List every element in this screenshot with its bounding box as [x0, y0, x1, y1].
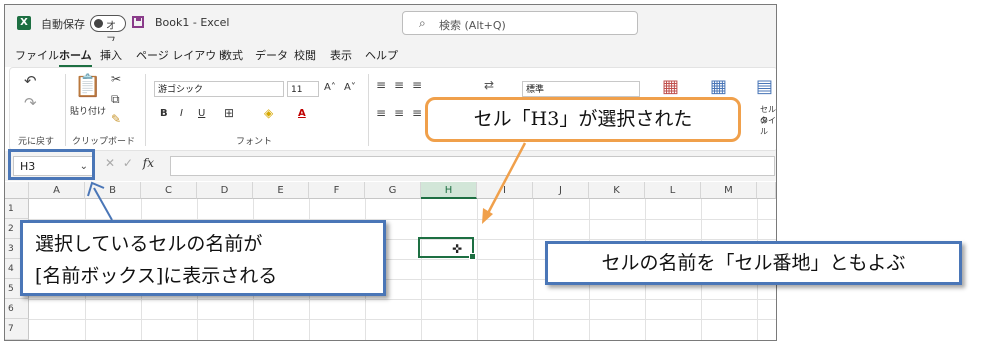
name-box-highlight — [8, 149, 95, 180]
fill-handle[interactable] — [469, 253, 476, 260]
number-format-select[interactable]: 標準 — [522, 81, 640, 97]
row-header[interactable]: 1 — [5, 199, 29, 219]
divider — [65, 74, 66, 146]
callout-line-2: [名前ボックス]に表示される — [35, 265, 278, 287]
selected-cell-h3[interactable] — [418, 237, 476, 260]
title-bar: X 自動保存 オフ Book1 - Excel ⌕ 検索 (Alt+Q) — [5, 5, 776, 47]
borders-icon[interactable]: ⊞ — [224, 106, 234, 120]
font-size-select[interactable]: 11 — [287, 81, 319, 97]
conditional-format-icon[interactable]: ▦ — [662, 76, 679, 97]
shrink-font-icon[interactable]: A˅ — [344, 82, 356, 93]
column-header[interactable]: G — [365, 182, 421, 199]
column-header[interactable]: E — [253, 182, 309, 199]
format-painter-icon[interactable]: ✎ — [111, 112, 121, 126]
format-as-table-icon[interactable]: ▦ — [710, 76, 727, 97]
align-right-icon[interactable]: ≡ — [412, 106, 422, 120]
undo-icon[interactable]: ↶ — [24, 72, 37, 90]
toggle-knob — [94, 19, 103, 28]
copy-icon[interactable]: ⧉ — [111, 92, 120, 107]
insert-function-icon[interactable]: fx — [143, 156, 154, 170]
tab-page-layout[interactable]: ページ レイアウト — [136, 47, 227, 63]
search-placeholder: 検索 (Alt+Q) — [439, 19, 506, 32]
tab-formulas[interactable]: 数式 — [221, 47, 243, 63]
align-center-icon[interactable]: ≡ — [394, 106, 404, 120]
tab-view[interactable]: 表示 — [330, 47, 352, 63]
column-header[interactable]: A — [29, 182, 85, 199]
italic-button[interactable]: I — [180, 108, 183, 119]
font-group-label: フォント — [236, 137, 273, 147]
grow-font-icon[interactable]: A˄ — [324, 82, 336, 93]
wrap-text-icon[interactable]: ⇄ — [484, 78, 494, 92]
document-title: Book1 - Excel — [155, 16, 230, 29]
align-middle-icon[interactable]: ≡ — [394, 78, 404, 92]
column-header[interactable]: F — [309, 182, 365, 199]
search-box[interactable]: ⌕ 検索 (Alt+Q) — [402, 11, 638, 35]
divider — [145, 74, 146, 146]
redo-icon[interactable]: ↷ — [24, 94, 37, 112]
grid-line — [421, 199, 422, 340]
column-header[interactable] — [757, 182, 776, 199]
column-header[interactable]: I — [477, 182, 533, 199]
tab-insert[interactable]: 挿入 — [100, 47, 122, 63]
column-header[interactable]: D — [197, 182, 253, 199]
undo-group-label: 元に戻す — [18, 137, 55, 147]
fill-color-icon[interactable]: ◈ — [264, 106, 273, 120]
underline-button[interactable]: U — [198, 108, 205, 119]
search-icon: ⌕ — [419, 16, 426, 30]
tab-home[interactable]: ホーム — [59, 47, 92, 67]
align-bottom-icon[interactable]: ≡ — [412, 78, 422, 92]
select-all-corner[interactable] — [5, 182, 29, 199]
autosave-toggle[interactable]: オフ — [90, 15, 126, 47]
font-name-select[interactable]: 游ゴシック — [154, 81, 284, 97]
paste-label[interactable]: 貼り付け — [70, 104, 106, 117]
cancel-icon[interactable]: ✕ — [105, 156, 115, 170]
excel-logo-icon: X — [17, 16, 31, 30]
callout-line-1: 選択しているセルの名前が — [35, 233, 263, 255]
row-header[interactable]: 7 — [5, 319, 29, 340]
autosave-label: 自動保存 — [41, 18, 85, 31]
tab-file[interactable]: ファイル — [15, 47, 59, 63]
column-header[interactable]: B — [85, 182, 141, 199]
cell-cursor-icon: ✜ — [452, 242, 463, 256]
cell-styles-label-2: タイル — [760, 116, 776, 136]
callout-name-box: 選択しているセルの名前が [名前ボックス]に表示される — [20, 220, 386, 296]
enter-icon[interactable]: ✓ — [123, 156, 133, 170]
column-header[interactable]: M — [701, 182, 757, 199]
formula-bar: H3 ⌄ ✕ ✓ fx — [5, 151, 776, 181]
bold-button[interactable]: B — [160, 108, 168, 119]
tab-data[interactable]: データ — [255, 47, 288, 63]
tab-help[interactable]: ヘルプ — [365, 47, 398, 63]
align-top-icon[interactable]: ≡ — [376, 78, 386, 92]
grid-line — [477, 199, 478, 340]
clipboard-group-label: クリップボード — [72, 137, 136, 147]
cut-icon[interactable]: ✂ — [111, 72, 121, 86]
divider — [368, 74, 369, 146]
save-icon[interactable] — [132, 16, 144, 28]
column-header[interactable]: C — [141, 182, 197, 199]
cell-styles-icon[interactable]: ▤ — [756, 76, 773, 97]
ribbon-tabs: ファイル ホーム 挿入 ページ レイアウト 数式 データ 校閲 表示 ヘルプ — [5, 41, 776, 67]
paste-icon[interactable]: 📋 — [74, 74, 101, 99]
font-color-icon[interactable]: A — [298, 108, 306, 119]
column-header[interactable]: L — [645, 182, 701, 199]
formula-controls: ✕ ✓ fx — [105, 156, 167, 176]
column-header-selected[interactable]: H — [421, 182, 477, 199]
row-header[interactable]: 6 — [5, 299, 29, 319]
formula-input[interactable] — [170, 156, 775, 176]
tab-review[interactable]: 校閲 — [294, 47, 316, 63]
column-header[interactable]: K — [589, 182, 645, 199]
column-header[interactable]: J — [533, 182, 589, 199]
callout-cell-address: セルの名前を「セル番地」ともよぶ — [545, 241, 962, 285]
align-left-icon[interactable]: ≡ — [376, 106, 386, 120]
grid-line — [533, 199, 534, 340]
callout-selected: セル「H3」が選択された — [425, 97, 741, 142]
